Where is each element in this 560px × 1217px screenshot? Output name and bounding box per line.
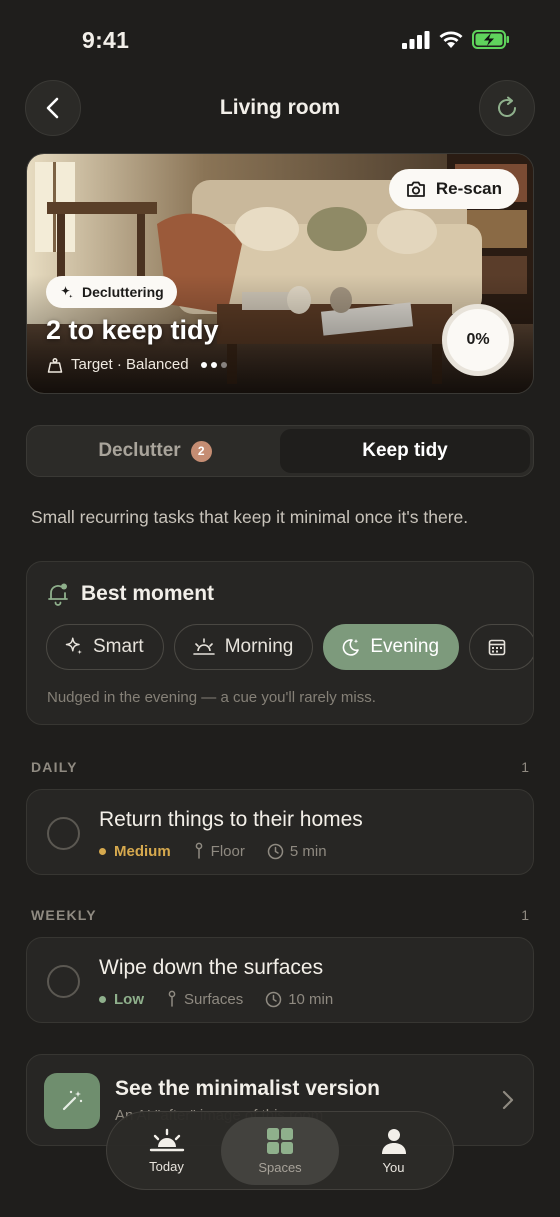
task-meta: Low Surfaces 10 min	[99, 990, 333, 1008]
intensity-dot	[220, 361, 227, 368]
refresh-icon	[498, 96, 516, 117]
task-title: Return things to their homes	[99, 808, 363, 831]
best-moment-header: Best moment	[47, 582, 214, 606]
sunrise-icon	[149, 1128, 184, 1151]
chip-calendar[interactable]	[469, 624, 533, 670]
rescan-button[interactable]: Re-scan	[388, 169, 519, 209]
target-label: Target · Balanced	[71, 356, 189, 373]
rescan-label: Re-scan	[435, 179, 502, 198]
priority-label: Medium	[114, 842, 171, 860]
section-count-daily: 1	[521, 759, 529, 775]
pin-icon	[195, 842, 203, 859]
sparkle-icon	[60, 285, 73, 298]
tab-spaces[interactable]: Spaces	[221, 1116, 339, 1185]
task-card[interactable]: Wipe down the surfaces Low Surfaces 10 m…	[26, 937, 534, 1023]
tab-label: Today	[149, 1158, 184, 1174]
tab-today[interactable]: Today	[112, 1117, 221, 1185]
chip-morning[interactable]: Morning	[173, 624, 314, 670]
promo-title: See the minimalist version	[115, 1077, 380, 1100]
refresh-button[interactable]	[479, 80, 535, 136]
weight-icon	[47, 357, 63, 373]
battery-charging-icon	[472, 30, 509, 49]
magic-wand-icon	[62, 1090, 83, 1111]
tab-keep-tidy[interactable]: Keep tidy	[280, 429, 530, 473]
status-time: 9:41	[82, 27, 130, 53]
intensity-dot	[210, 361, 217, 368]
status-bar: 9:41	[0, 0, 560, 84]
chip-label: Smart	[93, 636, 144, 657]
moment-chips: Smart Morning Evening	[46, 624, 533, 670]
bottom-tab-bar: Today Spaces You	[106, 1111, 454, 1190]
clock-icon	[267, 843, 284, 859]
sparkle-icon	[65, 637, 83, 655]
best-moment-title: Best moment	[81, 582, 215, 605]
tab-you[interactable]: You	[339, 1117, 448, 1185]
task-meta: Medium Floor 5 min	[99, 842, 327, 860]
intensity-dots	[200, 361, 227, 368]
grid-icon	[267, 1127, 293, 1154]
cellular-signal-icon	[402, 30, 430, 49]
best-moment-note: Nudged in the evening — a cue you'll rar…	[47, 689, 376, 706]
nav-header: Living room	[0, 78, 560, 138]
intensity-dot	[200, 361, 207, 368]
tab-keep-tidy-label: Keep tidy	[362, 440, 448, 461]
chip-label: Evening	[370, 636, 440, 657]
chevron-right-icon	[502, 1090, 514, 1110]
tab-declutter[interactable]: Declutter 2	[30, 429, 280, 473]
page-title: Living room	[219, 96, 341, 119]
task-checkbox[interactable]	[47, 965, 80, 998]
chip-smart[interactable]: Smart	[46, 624, 164, 670]
task-area: Surfaces	[184, 990, 244, 1008]
declutter-count-badge: 2	[190, 440, 212, 462]
section-count-weekly: 1	[521, 907, 529, 923]
best-moment-card: Best moment Smart Morning Evening Nudged…	[26, 561, 534, 725]
priority-label: Low	[114, 990, 144, 1008]
priority-dot	[99, 995, 106, 1003]
moon-stars-icon	[343, 639, 360, 656]
tab-declutter-label: Declutter	[98, 440, 181, 461]
section-label-weekly: WEEKLY	[31, 907, 97, 923]
mode-badge-label: Decluttering	[82, 284, 164, 300]
task-duration: 10 min	[288, 990, 334, 1008]
tab-label: You	[382, 1159, 405, 1175]
mode-badge: Decluttering	[46, 276, 177, 308]
intro-text: Small recurring tasks that keep it minim…	[31, 507, 469, 527]
chip-evening[interactable]: Evening	[323, 624, 460, 670]
pin-icon	[168, 990, 176, 1007]
tab-label: Spaces	[258, 1159, 302, 1175]
section-label-daily: DAILY	[31, 759, 78, 775]
hero-title: 2 to keep tidy	[46, 315, 219, 345]
priority-dot	[99, 847, 106, 855]
progress-ring: 0%	[442, 304, 514, 376]
wifi-icon	[439, 31, 463, 48]
progress-label: 0%	[466, 331, 490, 348]
room-hero-card[interactable]: Re-scan Decluttering 2 to keep tidy Targ…	[26, 153, 534, 394]
camera-icon	[406, 181, 425, 197]
bell-icon	[48, 583, 68, 606]
calendar-icon	[488, 639, 506, 656]
task-area: Floor	[210, 842, 245, 860]
mode-segmented-control: Declutter 2 Keep tidy	[26, 425, 534, 477]
hero-subtitle: Target · Balanced	[47, 356, 227, 373]
task-duration: 5 min	[289, 842, 327, 860]
promo-icon-tile	[44, 1073, 100, 1129]
task-title: Wipe down the surfaces	[99, 956, 324, 979]
person-icon	[381, 1128, 406, 1154]
task-checkbox[interactable]	[47, 817, 80, 850]
status-icons	[402, 30, 510, 49]
task-card[interactable]: Return things to their homes Medium Floo…	[26, 789, 534, 875]
clock-icon	[265, 991, 282, 1007]
sunrise-icon	[192, 638, 215, 655]
chip-label: Morning	[224, 636, 294, 657]
